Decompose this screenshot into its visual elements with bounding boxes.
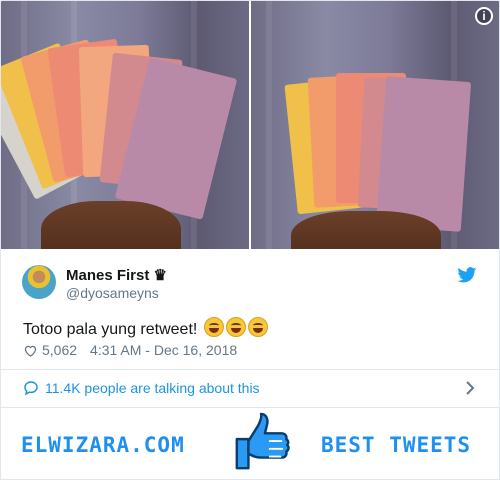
like-count[interactable]: 5,062 <box>42 342 77 358</box>
info-icon[interactable]: i <box>475 7 493 25</box>
brand-text[interactable]: ELWIZARA.COM <box>21 433 185 457</box>
embedded-tweet-card[interactable]: i Manes First ♛ @dyosameyns Totoo pala y… <box>0 0 500 408</box>
tweet-media[interactable]: i <box>1 1 499 249</box>
twitter-bird-icon[interactable] <box>457 267 477 283</box>
chevron-right-icon[interactable] <box>465 380 475 396</box>
conversation-link[interactable]: 11.4K people are talking about this <box>23 380 260 396</box>
best-tweets-text: BEST TWEETS <box>321 433 472 457</box>
hand <box>41 201 181 249</box>
tweet-timestamp[interactable]: 4:31 AM - Dec 16, 2018 <box>90 342 237 358</box>
tweet-meta: 5,062 4:31 AM - Dec 16, 2018 <box>23 342 237 358</box>
author-name[interactable]: Manes First ♛ <box>66 266 167 284</box>
comment-bubble-icon <box>24 381 38 396</box>
curtain-detail <box>266 1 272 249</box>
heart-icon[interactable] <box>23 343 38 358</box>
banknote <box>375 76 472 232</box>
avatar[interactable] <box>22 265 56 299</box>
tears-of-joy-emoji-icon <box>247 317 268 337</box>
author-handle[interactable]: @dyosameyns <box>66 285 159 301</box>
footer-banner: ELWIZARA.COM BEST TWEETS <box>0 407 500 480</box>
divider <box>1 369 499 370</box>
tweet-text: Totoo pala yung retweet! <box>23 317 268 339</box>
tweet-body: Totoo pala yung retweet! <box>23 321 198 338</box>
tweet-photo-left[interactable] <box>1 1 249 249</box>
tears-of-joy-emoji-icon <box>225 317 246 337</box>
tweet-photo-right[interactable]: i <box>251 1 499 249</box>
talking-count[interactable]: 11.4K people are talking about this <box>45 380 260 396</box>
tears-of-joy-emoji-icon <box>203 317 224 337</box>
hand <box>291 211 441 249</box>
thumbs-up-icon <box>235 412 290 470</box>
